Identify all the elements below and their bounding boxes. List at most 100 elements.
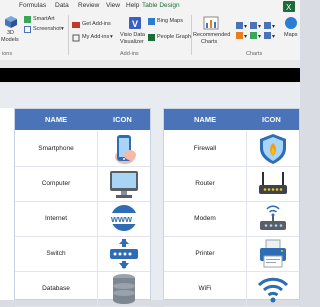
cell-name: Smartphone: [15, 131, 98, 166]
recommended-charts-label-1: Recommended: [193, 32, 231, 38]
svg-text:▾: ▾: [244, 34, 247, 39]
recommended-charts-button[interactable]: Recommended Charts: [193, 15, 233, 49]
cell-name: Firewall: [164, 131, 247, 166]
cell-icon: [98, 236, 150, 271]
cell-icon: [98, 166, 150, 201]
sheet-left-column: [0, 108, 14, 300]
table-row[interactable]: Printer: [164, 236, 299, 272]
cell-name: Router: [164, 166, 247, 201]
cell-icon: [98, 271, 150, 306]
tab-help[interactable]: Help: [126, 2, 139, 9]
svg-text:▾: ▾: [258, 34, 261, 39]
visio-label-1: Visio Data: [120, 32, 145, 38]
cell-icon: [247, 131, 299, 166]
wifi-icon: [257, 277, 289, 303]
table-row[interactable]: Router: [164, 166, 299, 202]
svg-text:www: www: [110, 214, 133, 224]
3d-models-label-1: 3D: [7, 30, 15, 36]
modem-icon: [260, 205, 286, 230]
visio-icon: V: [129, 17, 141, 29]
recommended-charts-label-2: Charts: [201, 39, 218, 45]
people-graph-label: People Graph: [157, 34, 191, 40]
chevron-down-icon[interactable]: ▾: [110, 34, 113, 40]
svg-text:▾: ▾: [272, 34, 275, 39]
svg-text:V: V: [132, 19, 138, 29]
chevron-down-icon[interactable]: ▾: [61, 26, 64, 32]
maps-button[interactable]: Maps: [282, 15, 300, 49]
table-row[interactable]: Smartphone: [15, 131, 150, 167]
printer-icon: [260, 239, 286, 268]
ribbon-separator: [191, 15, 192, 55]
people-graph-icon: [148, 34, 155, 41]
tab-formulas[interactable]: Formulas: [19, 2, 46, 9]
table-row[interactable]: Computer: [15, 166, 150, 202]
chart-type-icons[interactable]: ▾ ▾ ▾: [236, 31, 282, 40]
3d-models-button[interactable]: 3D Models: [1, 15, 21, 45]
table-row[interactable]: Firewall: [164, 131, 299, 167]
maps-label: Maps: [284, 32, 298, 38]
tab-review[interactable]: Review: [78, 2, 99, 9]
store-icon: [72, 22, 80, 28]
header-icon: ICON: [262, 115, 281, 124]
cell-icon: www: [98, 201, 150, 236]
cell-name: Modem: [164, 201, 247, 236]
ribbon: 3D Models SmartArt Screenshot ▾ ions Get…: [0, 13, 300, 61]
database-icon: [113, 274, 135, 304]
left-table: NAME ICON Smartphone Computer Internet w…: [14, 108, 151, 307]
my-addins-label: My Add-ins: [82, 34, 110, 40]
chart-types-row-2: ▾ ▾ ▾: [236, 26, 282, 40]
recommended-charts-icon: [203, 16, 219, 30]
cell-icon: [247, 271, 299, 306]
internet-icon: www: [109, 205, 139, 231]
smartart-button[interactable]: SmartArt: [24, 16, 64, 24]
cell-icon: [247, 166, 299, 201]
maps-icon: [285, 17, 297, 29]
table-row[interactable]: Database: [15, 271, 150, 307]
table-header: NAME ICON: [15, 109, 150, 130]
table-row[interactable]: WiFi: [164, 271, 299, 307]
tab-table-design[interactable]: Table Design: [142, 2, 180, 9]
screenshot-icon: [24, 26, 31, 33]
cube-icon: [5, 16, 17, 28]
my-addins-button[interactable]: My Add-ins ▾: [72, 34, 116, 42]
smartphone-icon: [115, 135, 136, 164]
table-row[interactable]: Switch: [15, 236, 150, 272]
header-name: NAME: [194, 115, 217, 124]
get-addins-label: Get Add-ins: [82, 21, 111, 27]
bing-maps-icon: [148, 18, 155, 25]
cell-name: Computer: [15, 166, 98, 201]
table-row[interactable]: Internet www: [15, 201, 150, 237]
cell-icon: [247, 201, 299, 236]
svg-text:X: X: [286, 3, 292, 12]
cell-name: WiFi: [164, 271, 247, 306]
router-icon: [259, 172, 287, 194]
table-header: NAME ICON: [164, 109, 299, 130]
cell-name: Internet: [15, 201, 98, 236]
tab-data[interactable]: Data: [55, 2, 69, 9]
illustrations-group-label: ions: [2, 51, 13, 57]
cell-icon: [247, 236, 299, 271]
chart-types-row-1: ▾ ▾ ▾: [236, 16, 282, 30]
computer-icon: [110, 171, 138, 198]
right-table: NAME ICON Firewall Router Modem Printer …: [163, 108, 300, 307]
visio-label-2: Visualizer: [120, 39, 144, 45]
formula-bar-area: [0, 60, 300, 84]
dark-banner: [0, 68, 300, 82]
header-name: NAME: [45, 115, 68, 124]
tab-view[interactable]: View: [106, 2, 120, 9]
table-row[interactable]: Modem: [164, 201, 299, 237]
excel-icon: X: [283, 1, 295, 12]
bing-maps-label: Bing Maps: [157, 18, 183, 24]
screenshot-label: Screenshot: [33, 26, 61, 32]
smartart-label: SmartArt: [33, 16, 55, 22]
puzzle-icon: [72, 34, 80, 42]
cell-name: Database: [15, 271, 98, 306]
get-addins-button[interactable]: Get Add-ins: [72, 21, 116, 29]
screenshot-button[interactable]: Screenshot ▾: [24, 26, 66, 34]
addins-group-label: Add-ins: [120, 51, 139, 57]
bing-maps-button[interactable]: Bing Maps: [148, 18, 188, 26]
switch-icon: [110, 239, 138, 269]
people-graph-button[interactable]: People Graph: [148, 34, 191, 42]
cell-icon: [98, 131, 150, 166]
charts-group-label: Charts: [246, 51, 263, 57]
